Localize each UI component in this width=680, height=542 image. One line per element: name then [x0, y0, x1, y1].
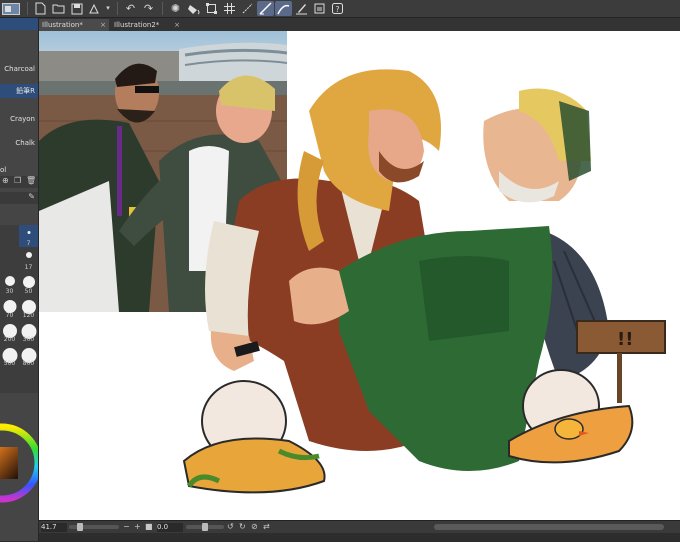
- size-label: 800: [22, 360, 35, 367]
- size-label: 50: [24, 288, 33, 295]
- rotate-right-icon[interactable]: ↻: [239, 522, 246, 532]
- close-icon[interactable]: ×: [174, 19, 180, 31]
- size-panel-header: ✎: [0, 192, 38, 204]
- size-dot: [27, 231, 30, 234]
- trash-icon[interactable]: 🗑: [26, 176, 36, 185]
- redo-icon[interactable]: ↷: [140, 1, 157, 16]
- size-option-300[interactable]: 300: [19, 321, 38, 343]
- document-tab-bar: Illustration* × Illustration2* ×: [39, 18, 680, 31]
- ruler-curve-icon[interactable]: [275, 1, 292, 16]
- tab-illustration[interactable]: Illustration* ×: [39, 19, 109, 31]
- illustration-artwork: !!: [182, 69, 666, 494]
- snap-icon[interactable]: [239, 1, 256, 16]
- close-icon[interactable]: ×: [100, 19, 106, 31]
- grid-icon[interactable]: [221, 1, 238, 16]
- pen-icon: ✎: [28, 192, 35, 201]
- angle-slider[interactable]: [186, 523, 224, 531]
- divider: [162, 2, 163, 15]
- canvas-thumb-icon[interactable]: [0, 1, 22, 16]
- main-toolbar: ▾ ↶ ↷ ✺ ?: [0, 0, 680, 18]
- brush-item-charcoal[interactable]: Charcoal: [0, 62, 38, 76]
- tool-property-panel: Charcoal 鉛筆R Crayon Chalk ol ⊕ ❐ 🗑 ✎ 7 1…: [0, 18, 39, 541]
- fit-icon[interactable]: ■: [145, 522, 153, 532]
- size-dot: [25, 252, 32, 258]
- size-option-7[interactable]: 7: [19, 225, 38, 247]
- flip-icon[interactable]: ⇄: [263, 522, 270, 532]
- size-label: 500: [3, 360, 16, 367]
- divider: [117, 2, 118, 15]
- help-icon[interactable]: ?: [329, 1, 346, 16]
- size-option-200[interactable]: 200: [0, 321, 19, 343]
- reset-rotate-icon[interactable]: ⊘: [251, 522, 258, 532]
- size-label: 70: [5, 312, 14, 319]
- brush-item-crayon[interactable]: Crayon: [0, 112, 38, 126]
- brush-item-chalk[interactable]: Chalk: [0, 136, 38, 150]
- chevron-down-icon[interactable]: ▾: [104, 1, 112, 16]
- brush-item-pencil[interactable]: 鉛筆R: [0, 84, 38, 98]
- size-option-70[interactable]: 70: [0, 297, 19, 319]
- tab-label: Illustration2*: [114, 21, 160, 29]
- print-icon[interactable]: [86, 1, 103, 16]
- save-icon[interactable]: [68, 1, 85, 16]
- drawing-canvas[interactable]: !!: [39, 31, 680, 520]
- add-icon[interactable]: ⊕: [2, 176, 9, 185]
- size-option-120[interactable]: 120: [19, 297, 38, 319]
- color-wheel[interactable]: [0, 413, 38, 533]
- divider: [27, 2, 28, 15]
- zoom-slider-knob[interactable]: [77, 523, 83, 531]
- size-option-50[interactable]: 50: [19, 273, 38, 295]
- svg-text:!!: !!: [617, 329, 633, 350]
- angle-field[interactable]: 0.0: [157, 523, 183, 532]
- new-file-icon[interactable]: [32, 1, 49, 16]
- tab-label: Illustration*: [42, 21, 83, 29]
- zoom-in-icon[interactable]: +: [134, 522, 141, 532]
- panel-icon-row: ⊕ ❐ 🗑: [0, 176, 38, 188]
- zoom-field[interactable]: 41.7: [41, 523, 67, 532]
- copy-icon[interactable]: ❐: [14, 176, 21, 185]
- brush-size-grid: 7 17 30 50 70 120 200 300 500 800: [0, 225, 38, 393]
- fill-icon[interactable]: [185, 1, 202, 16]
- ruler-snap-icon[interactable]: [257, 1, 274, 16]
- panel-header: [0, 18, 38, 30]
- canvas-status-bar: 41.7 − + ■ 0.0 ↺ ↻ ⊘ ⇄: [39, 520, 680, 542]
- size-label: 120: [22, 312, 35, 319]
- size-option-30[interactable]: 30: [0, 273, 19, 295]
- spinner-icon[interactable]: ✺: [167, 1, 184, 16]
- size-dot: [22, 276, 35, 288]
- zoom-slider[interactable]: [69, 523, 119, 531]
- size-dot: [4, 276, 15, 286]
- size-option-800[interactable]: 800: [19, 345, 38, 367]
- layer-icon[interactable]: [311, 1, 328, 16]
- size-label: 17: [24, 264, 33, 271]
- zoom-out-icon[interactable]: −: [123, 522, 130, 532]
- open-file-icon[interactable]: [50, 1, 67, 16]
- size-option-500[interactable]: 500: [0, 345, 19, 367]
- angle-slider-knob[interactable]: [202, 523, 208, 531]
- pen-tablet-icon[interactable]: [293, 1, 310, 16]
- undo-icon[interactable]: ↶: [122, 1, 139, 16]
- size-label: 200: [3, 336, 16, 343]
- size-label: 7: [26, 240, 31, 247]
- horizontal-scrollbar[interactable]: [434, 524, 664, 530]
- transform-icon[interactable]: [203, 1, 220, 16]
- svg-text:?: ?: [335, 5, 339, 14]
- brush-item-partial[interactable]: ol: [0, 163, 38, 177]
- size-label: 30: [5, 288, 14, 295]
- size-option-17[interactable]: 17: [19, 249, 38, 271]
- rotate-left-icon[interactable]: ↺: [227, 522, 234, 532]
- size-label: 300: [22, 336, 35, 343]
- tab-illustration2[interactable]: Illustration2* ×: [111, 19, 183, 31]
